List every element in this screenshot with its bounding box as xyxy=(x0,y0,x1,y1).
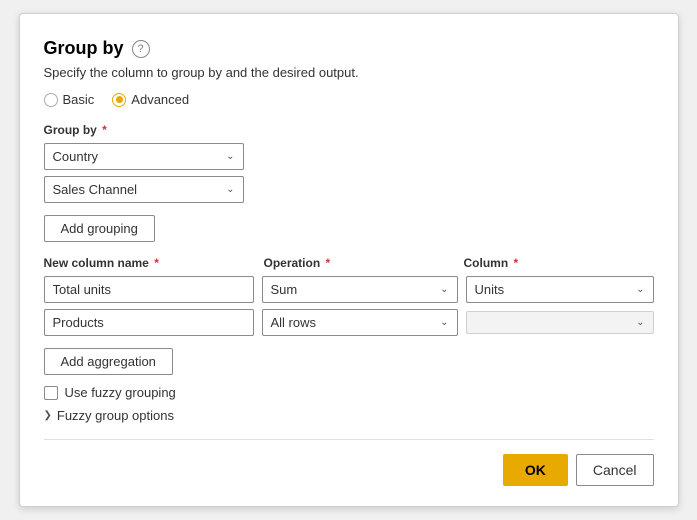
mode-radio-group: Basic Advanced xyxy=(44,92,654,107)
radio-basic-circle xyxy=(44,93,58,107)
groupby-country-value: Country xyxy=(53,149,99,164)
agg-row2-col-arrow: ⌄ xyxy=(636,317,644,328)
fuzzy-group-options-expand[interactable]: ❯ Fuzzy group options xyxy=(44,408,654,423)
agg-row1-operation-dropdown[interactable]: Sum ⌄ xyxy=(262,276,458,303)
required-star-groupby: * xyxy=(99,123,107,137)
agg-row1-column-value: Units xyxy=(475,282,505,297)
radio-basic[interactable]: Basic xyxy=(44,92,95,107)
groupby-saleschannel-value: Sales Channel xyxy=(53,182,138,197)
groupby-label: Group by * xyxy=(44,123,654,137)
radio-advanced[interactable]: Advanced xyxy=(112,92,189,107)
agg-header-column: Column * xyxy=(464,256,654,270)
agg-row2-new-column-input[interactable] xyxy=(44,309,254,336)
agg-row2-operation-value: All rows xyxy=(271,315,317,330)
cancel-button[interactable]: Cancel xyxy=(576,454,654,486)
ok-button[interactable]: OK xyxy=(503,454,568,486)
agg-row2-operation-dropdown[interactable]: All rows ⌄ xyxy=(262,309,458,336)
agg-row1-column-dropdown[interactable]: Units ⌄ xyxy=(466,276,654,303)
table-row: Sum ⌄ Units ⌄ xyxy=(44,276,654,303)
fuzzy-grouping-checkbox-row: Use fuzzy grouping xyxy=(44,385,654,400)
help-icon[interactable]: ? xyxy=(132,40,150,58)
agg-row2-column-dropdown[interactable]: ⌄ xyxy=(466,311,654,334)
group-by-dialog: Group by ? Specify the column to group b… xyxy=(19,13,679,507)
agg-row1-col-arrow: ⌄ xyxy=(636,284,644,295)
agg-row1-op-arrow: ⌄ xyxy=(440,284,448,295)
agg-row1-operation-value: Sum xyxy=(271,282,298,297)
groupby-country-arrow: ⌄ xyxy=(226,151,234,162)
groupby-dropdown-saleschannel[interactable]: Sales Channel ⌄ xyxy=(44,176,244,203)
add-grouping-button[interactable]: Add grouping xyxy=(44,215,155,242)
fuzzy-grouping-label: Use fuzzy grouping xyxy=(65,385,176,400)
dialog-header: Group by ? xyxy=(44,38,654,59)
required-star-col: * xyxy=(510,256,518,270)
agg-header-new-column: New column name * xyxy=(44,256,264,270)
groupby-saleschannel-arrow: ⌄ xyxy=(226,184,234,195)
dialog-subtitle: Specify the column to group by and the d… xyxy=(44,65,654,80)
dialog-footer: OK Cancel xyxy=(44,439,654,486)
fuzzy-expand-label: Fuzzy group options xyxy=(57,408,174,423)
aggregation-rows: Sum ⌄ Units ⌄ All rows ⌄ ⌄ xyxy=(44,276,654,336)
agg-header-operation: Operation * xyxy=(264,256,464,270)
groupby-dropdown-country[interactable]: Country ⌄ xyxy=(44,143,244,170)
required-star-newcol: * xyxy=(151,256,159,270)
agg-row2-op-arrow: ⌄ xyxy=(440,317,448,328)
aggregation-header: New column name * Operation * Column * xyxy=(44,256,654,270)
add-aggregation-button[interactable]: Add aggregation xyxy=(44,348,173,375)
chevron-right-icon: ❯ xyxy=(44,410,52,421)
table-row: All rows ⌄ ⌄ xyxy=(44,309,654,336)
radio-advanced-label: Advanced xyxy=(131,92,189,107)
agg-row1-new-column-input[interactable] xyxy=(44,276,254,303)
radio-advanced-circle xyxy=(112,93,126,107)
radio-basic-label: Basic xyxy=(63,92,95,107)
dialog-title: Group by xyxy=(44,38,124,59)
fuzzy-grouping-checkbox[interactable] xyxy=(44,386,58,400)
groupby-dropdowns: Country ⌄ Sales Channel ⌄ xyxy=(44,143,654,203)
required-star-op: * xyxy=(322,256,330,270)
